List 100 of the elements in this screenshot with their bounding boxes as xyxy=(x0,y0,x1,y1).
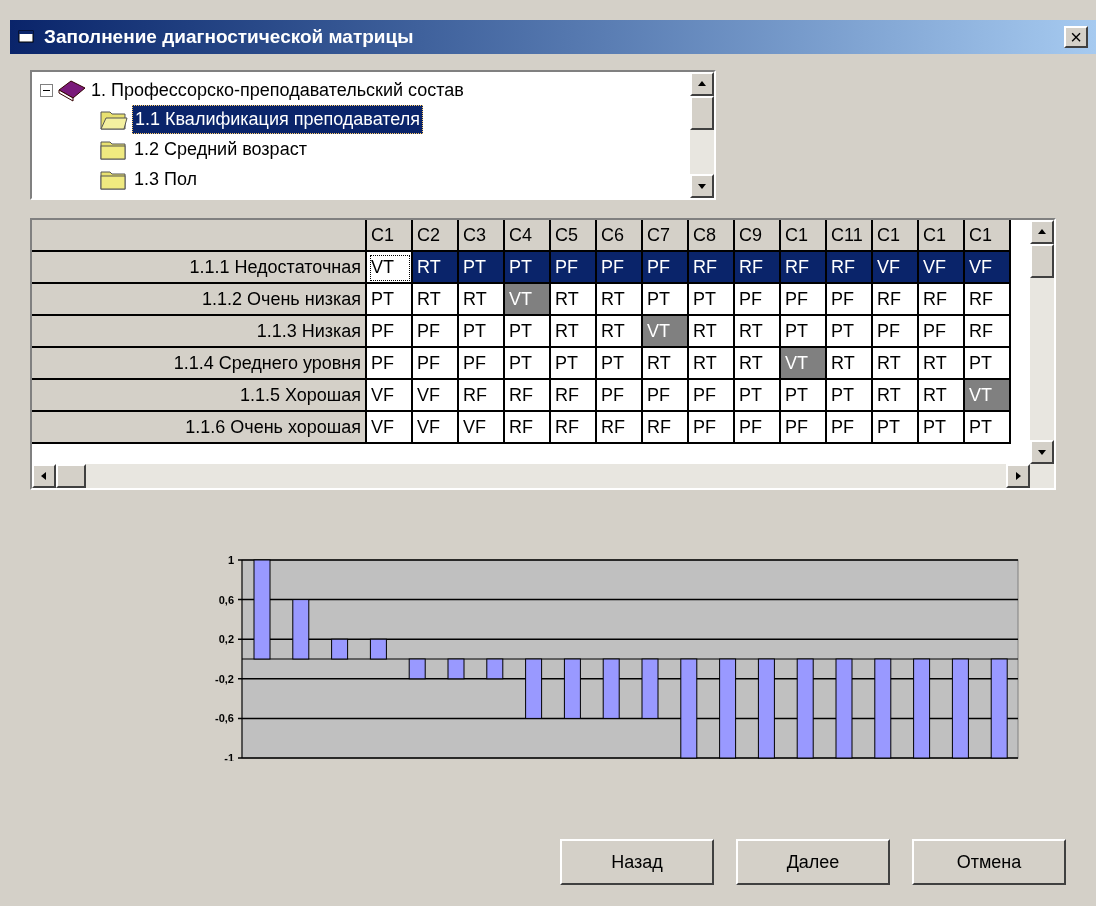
scroll-thumb[interactable] xyxy=(56,464,86,488)
scroll-right-button[interactable] xyxy=(1006,464,1030,488)
matrix-cell[interactable]: VF xyxy=(873,252,919,284)
matrix-cell[interactable]: PT xyxy=(505,348,551,380)
matrix-cell[interactable]: RT xyxy=(597,284,643,316)
matrix-cell[interactable]: RT xyxy=(413,252,459,284)
matrix-cell[interactable]: PF xyxy=(827,284,873,316)
matrix-cell[interactable]: PT xyxy=(597,348,643,380)
matrix-cell[interactable]: PT xyxy=(827,380,873,412)
matrix-cell[interactable]: RF xyxy=(919,284,965,316)
tree-item[interactable]: 1.2 Средний возраст xyxy=(132,135,309,163)
matrix-cell[interactable]: PF xyxy=(827,412,873,444)
matrix-cell[interactable]: RT xyxy=(919,380,965,412)
scroll-left-button[interactable] xyxy=(32,464,56,488)
matrix-cell[interactable]: RT xyxy=(873,348,919,380)
matrix-cell[interactable]: PF xyxy=(413,316,459,348)
matrix-cell[interactable]: RF xyxy=(689,252,735,284)
matrix-cell[interactable]: RF xyxy=(965,284,1011,316)
matrix-cell[interactable]: PT xyxy=(965,348,1011,380)
matrix-cell[interactable]: PF xyxy=(551,252,597,284)
row-header[interactable]: 1.1.3 Низкая xyxy=(32,316,367,348)
scroll-thumb[interactable] xyxy=(690,96,714,130)
matrix-cell[interactable]: RT xyxy=(735,348,781,380)
row-header[interactable]: 1.1.1 Недостаточная xyxy=(32,252,367,284)
matrix-cell[interactable]: RT xyxy=(873,380,919,412)
matrix-cell[interactable]: PT xyxy=(643,284,689,316)
matrix-cell[interactable]: PF xyxy=(919,316,965,348)
matrix-cell[interactable]: PT xyxy=(781,316,827,348)
column-header[interactable]: C9 xyxy=(735,220,781,252)
matrix-cell[interactable]: PF xyxy=(367,348,413,380)
matrix-cell[interactable]: PT xyxy=(827,316,873,348)
matrix-cell[interactable]: VF xyxy=(965,252,1011,284)
matrix-cell[interactable]: VT xyxy=(643,316,689,348)
matrix-cell[interactable]: RF xyxy=(781,252,827,284)
column-header[interactable]: C8 xyxy=(689,220,735,252)
matrix-cell[interactable]: VT xyxy=(367,252,413,284)
column-header[interactable]: C5 xyxy=(551,220,597,252)
row-header[interactable]: 1.1.5 Хорошая xyxy=(32,380,367,412)
close-button[interactable]: × xyxy=(1064,26,1088,48)
matrix-cell[interactable]: PF xyxy=(643,380,689,412)
matrix-cell[interactable]: PT xyxy=(919,412,965,444)
matrix-cell[interactable]: RF xyxy=(597,412,643,444)
matrix-cell[interactable]: PF xyxy=(643,252,689,284)
dialog-button[interactable]: Далее xyxy=(736,839,890,885)
matrix-cell[interactable]: VT xyxy=(965,380,1011,412)
matrix-cell[interactable]: PF xyxy=(735,284,781,316)
matrix-cell[interactable]: VF xyxy=(413,412,459,444)
matrix-cell[interactable]: RT xyxy=(597,316,643,348)
tree-item[interactable]: 1. Профессорско-преподавательский состав xyxy=(40,76,690,104)
row-header[interactable]: 1.1.2 Очень низкая xyxy=(32,284,367,316)
scroll-down-button[interactable] xyxy=(1030,440,1054,464)
scroll-down-button[interactable] xyxy=(690,174,714,198)
collapse-toggle[interactable] xyxy=(40,83,53,97)
matrix-cell[interactable]: RT xyxy=(413,284,459,316)
column-header[interactable]: C1 xyxy=(965,220,1011,252)
matrix-cell[interactable]: PF xyxy=(873,316,919,348)
matrix-cell[interactable]: PF xyxy=(459,348,505,380)
matrix-cell[interactable]: RF xyxy=(459,380,505,412)
matrix-cell[interactable]: VF xyxy=(919,252,965,284)
tree-item[interactable]: 1.1 Квалификация преподавателя xyxy=(132,104,424,134)
matrix-cell[interactable]: PF xyxy=(735,412,781,444)
matrix-cell[interactable]: PT xyxy=(505,316,551,348)
matrix-cell[interactable]: PT xyxy=(505,252,551,284)
column-header[interactable]: C7 xyxy=(643,220,689,252)
matrix-cell[interactable]: PT xyxy=(873,412,919,444)
matrix-cell[interactable]: RF xyxy=(735,252,781,284)
matrix-cell[interactable]: VT xyxy=(505,284,551,316)
matrix-cell[interactable]: PT xyxy=(459,252,505,284)
matrix-cell[interactable]: PT xyxy=(459,316,505,348)
matrix-cell[interactable]: PT xyxy=(735,380,781,412)
matrix-cell[interactable]: RF xyxy=(965,316,1011,348)
column-header[interactable]: C3 xyxy=(459,220,505,252)
matrix-cell[interactable]: RT xyxy=(459,284,505,316)
matrix-cell[interactable]: RF xyxy=(551,412,597,444)
row-header[interactable]: 1.1.4 Среднего уровня xyxy=(32,348,367,380)
tree-item[interactable]: 1.3 Пол xyxy=(132,165,200,193)
matrix-cell[interactable]: RF xyxy=(643,412,689,444)
matrix-cell[interactable]: PF xyxy=(597,380,643,412)
matrix-cell[interactable]: RF xyxy=(551,380,597,412)
matrix-cell[interactable]: VF xyxy=(367,380,413,412)
column-header[interactable]: C1 xyxy=(873,220,919,252)
dialog-button[interactable]: Назад xyxy=(560,839,714,885)
scroll-up-button[interactable] xyxy=(690,72,714,96)
matrix-cell[interactable]: RF xyxy=(505,412,551,444)
matrix-cell[interactable]: PF xyxy=(367,316,413,348)
matrix-cell[interactable]: RT xyxy=(735,316,781,348)
matrix-cell[interactable]: RF xyxy=(505,380,551,412)
column-header[interactable]: C6 xyxy=(597,220,643,252)
matrix-cell[interactable]: PT xyxy=(965,412,1011,444)
matrix-cell[interactable]: PT xyxy=(551,348,597,380)
row-header[interactable]: 1.1.6 Очень хорошая xyxy=(32,412,367,444)
scroll-up-button[interactable] xyxy=(1030,220,1054,244)
column-header[interactable]: C1 xyxy=(367,220,413,252)
matrix-cell[interactable]: RT xyxy=(551,284,597,316)
column-header[interactable]: C1 xyxy=(919,220,965,252)
matrix-cell[interactable]: PF xyxy=(689,380,735,412)
matrix-cell[interactable]: RT xyxy=(689,316,735,348)
matrix-cell[interactable]: RF xyxy=(827,252,873,284)
dialog-button[interactable]: Отмена xyxy=(912,839,1066,885)
matrix-cell[interactable]: RT xyxy=(643,348,689,380)
